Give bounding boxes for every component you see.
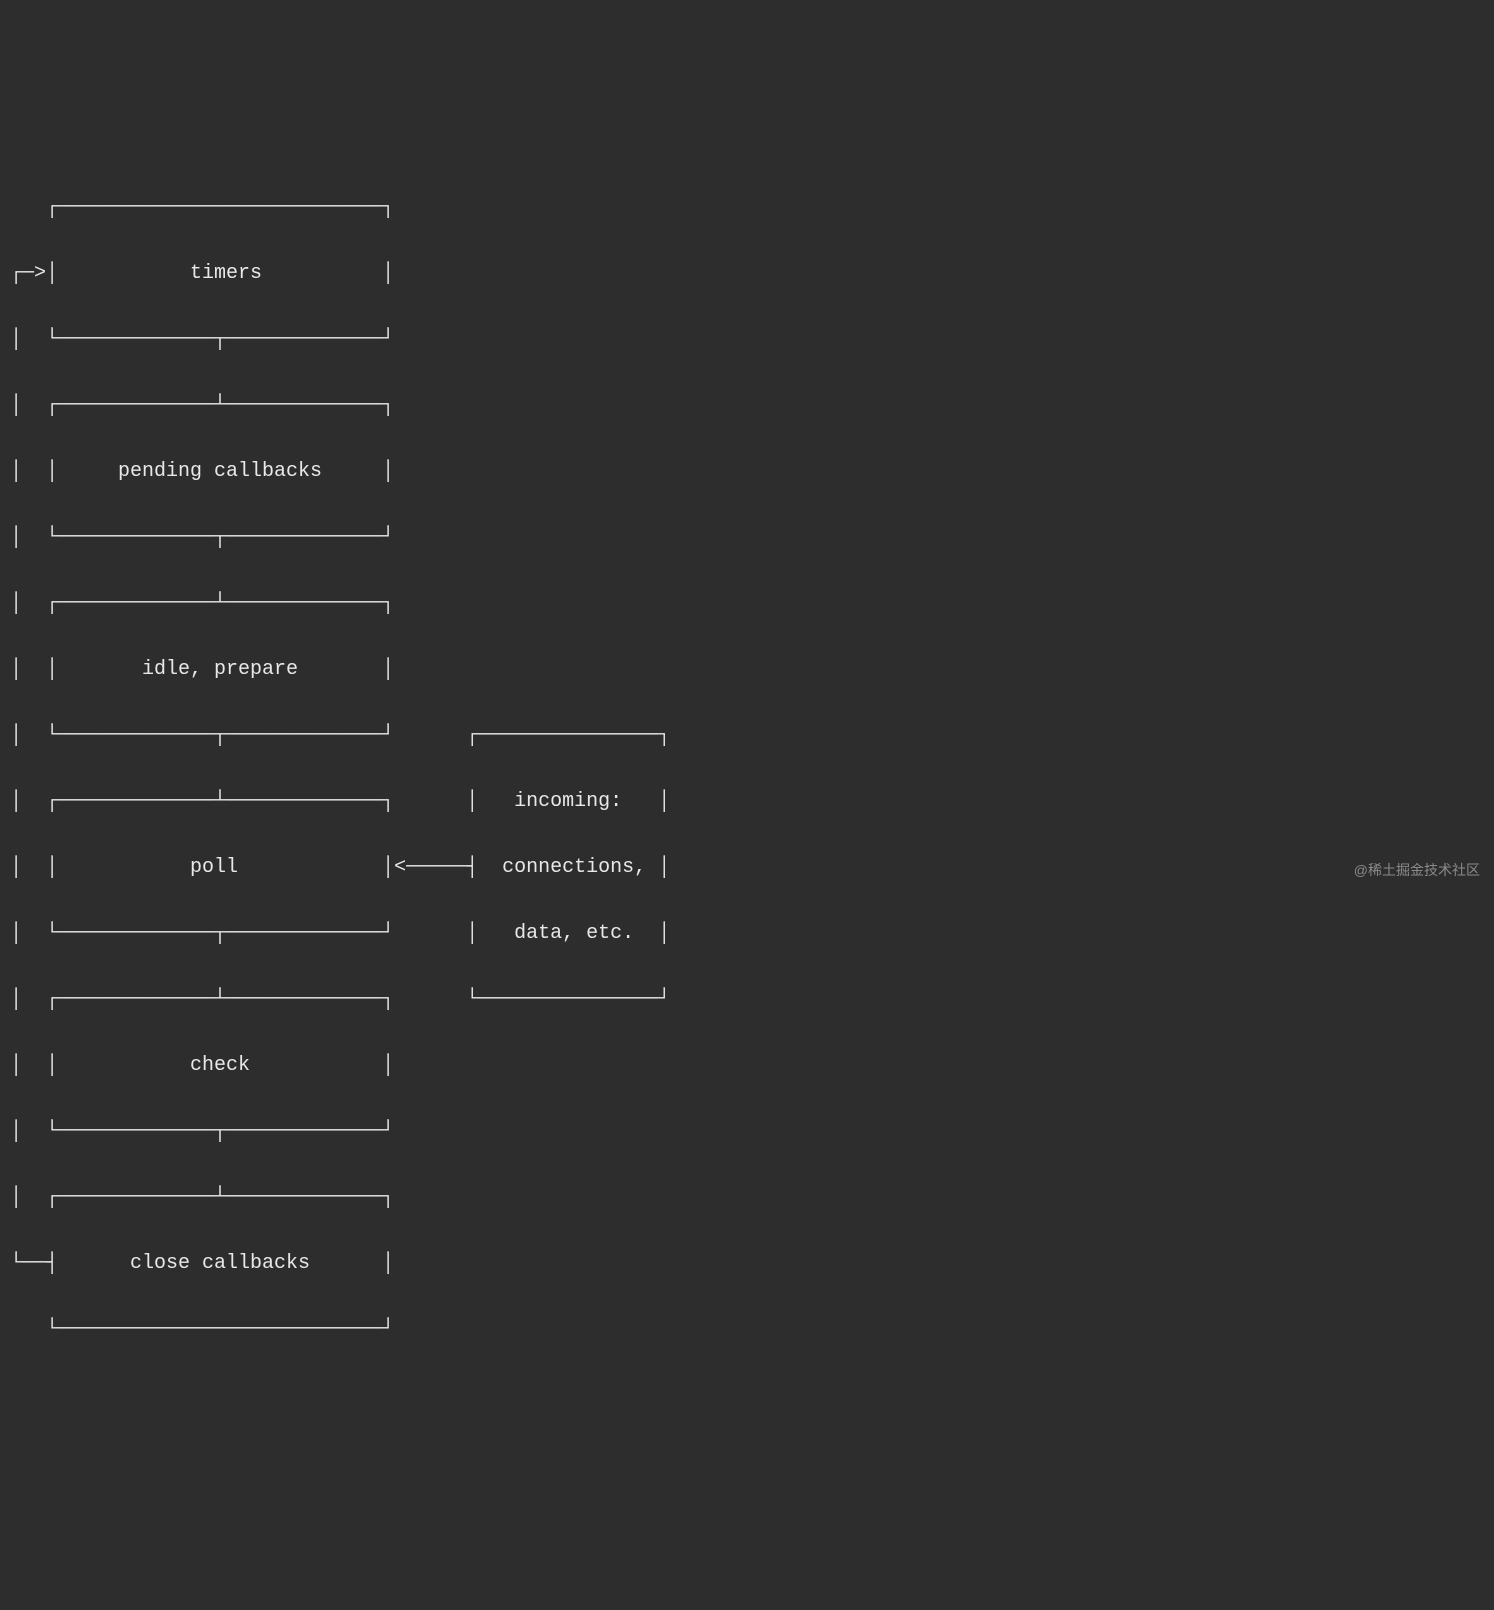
event-loop-diagram: ┌───────────────────────────┐ ┌─>│ timer… [10, 158, 1484, 1379]
ascii-line-idle-prepare: │ │ idle, prepare │ [10, 653, 1484, 686]
ascii-line: │ └─────────────┬─────────────┘ [10, 323, 1484, 356]
ascii-line-data-etc: │ └─────────────┬─────────────┘ │ data, … [10, 917, 1484, 950]
ascii-line-poll-connections: │ │ poll │<─────┤ connections, │ [10, 851, 1484, 884]
ascii-line: │ └─────────────┬─────────────┘ [10, 1115, 1484, 1148]
ascii-line: │ ┌─────────────┴─────────────┐ [10, 587, 1484, 620]
ascii-line: │ ┌─────────────┴─────────────┐ [10, 389, 1484, 422]
ascii-line: │ ┌─────────────┴─────────────┐ [10, 1181, 1484, 1214]
ascii-line: │ ┌─────────────┴─────────────┐ └───────… [10, 983, 1484, 1016]
ascii-line-check: │ │ check │ [10, 1049, 1484, 1082]
ascii-line: │ └─────────────┬─────────────┘ ┌───────… [10, 719, 1484, 752]
ascii-line-close-callbacks: └──┤ close callbacks │ [10, 1247, 1484, 1280]
ascii-line-incoming: │ ┌─────────────┴─────────────┐ │ incomi… [10, 785, 1484, 818]
ascii-line: └───────────────────────────┘ [10, 1313, 1484, 1346]
ascii-line-timers: ┌─>│ timers │ [10, 257, 1484, 290]
ascii-line: ┌───────────────────────────┐ [10, 191, 1484, 224]
ascii-line: │ └─────────────┬─────────────┘ [10, 521, 1484, 554]
ascii-line-pending-callbacks: │ │ pending callbacks │ [10, 455, 1484, 488]
watermark-text: @稀土掘金技术社区 [1354, 859, 1480, 882]
